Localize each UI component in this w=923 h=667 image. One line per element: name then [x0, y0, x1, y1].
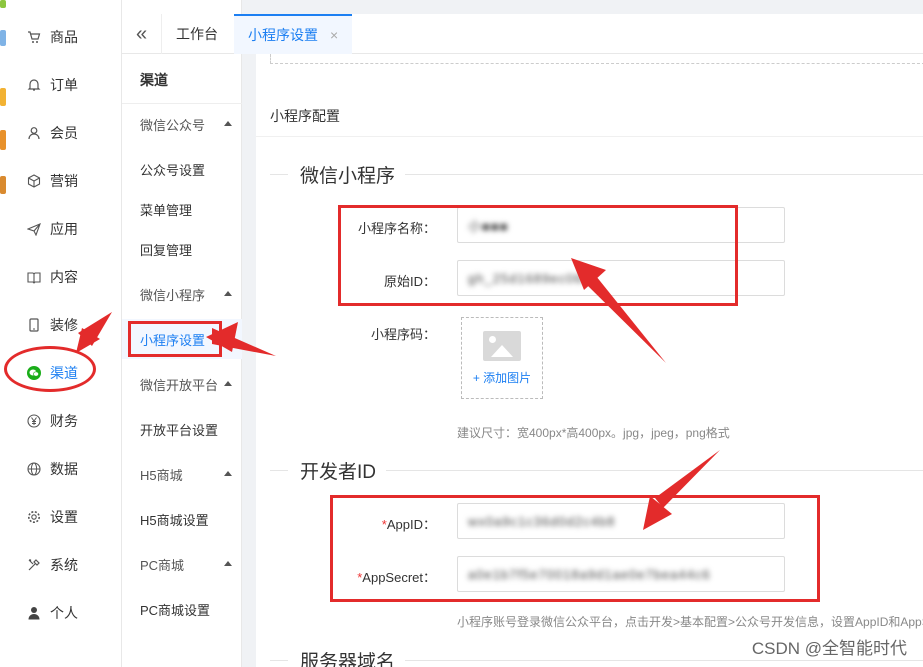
arrow-icon: [655, 450, 720, 508]
annotation-arrows: [76, 258, 720, 530]
arrow-icon: [586, 276, 666, 363]
watermark: CSDN @全智能时代: [751, 639, 907, 658]
